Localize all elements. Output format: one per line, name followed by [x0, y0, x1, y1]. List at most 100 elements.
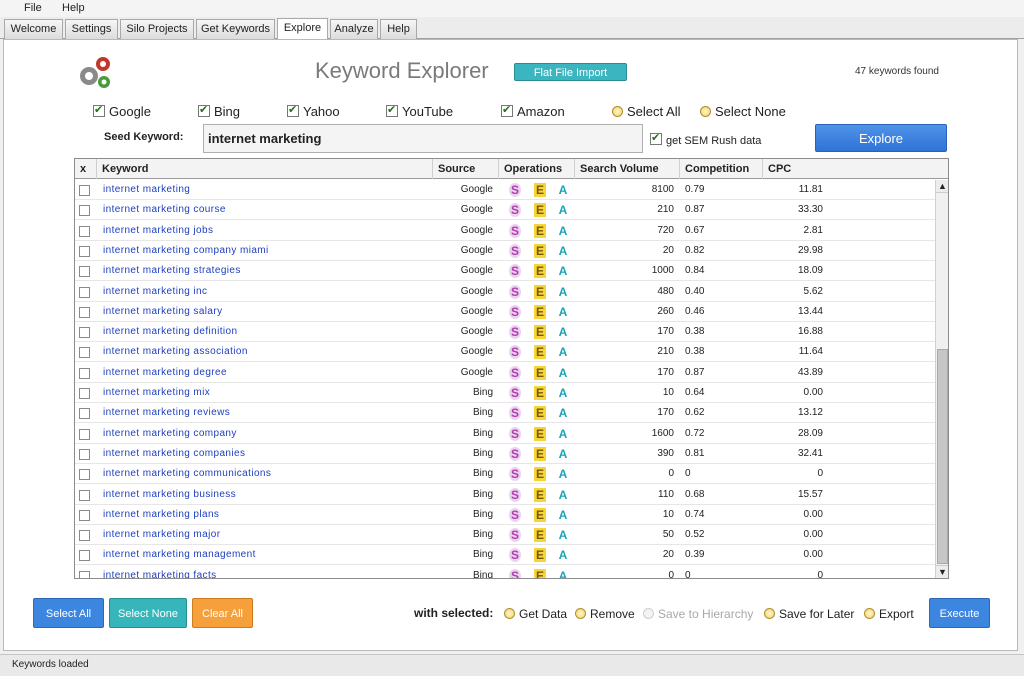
keyword-link[interactable]: internet marketing association: [103, 342, 431, 362]
row-select-checkbox[interactable]: [79, 266, 90, 277]
scroll-thumb[interactable]: [937, 349, 948, 564]
column-header-source[interactable]: Source: [433, 159, 499, 179]
row-select-checkbox[interactable]: [79, 510, 90, 521]
table-row[interactable]: internet marketing association Google S E A 2…: [75, 342, 935, 362]
sem-rush-checkbox[interactable]: get SEM Rush data: [650, 131, 761, 147]
semrush-op-icon[interactable]: S: [509, 467, 521, 481]
table-row[interactable]: internet marketing definition Google S E A 17…: [75, 322, 935, 342]
semrush-op-icon[interactable]: S: [509, 508, 521, 522]
semrush-op-icon[interactable]: S: [509, 427, 521, 441]
table-row[interactable]: internet marketing management Bing S E A 20 0.…: [75, 545, 935, 565]
export-radio[interactable]: Export: [864, 607, 914, 621]
semrush-op-icon[interactable]: S: [509, 548, 521, 562]
export-op-icon[interactable]: E: [534, 406, 546, 420]
row-select-checkbox[interactable]: [79, 327, 90, 338]
tab-analyze[interactable]: Analyze: [330, 19, 378, 39]
source-bing-checkbox[interactable]: Bing: [198, 103, 240, 119]
table-row[interactable]: internet marketing degree Google S E A 170 0.8…: [75, 363, 935, 383]
semrush-op-icon[interactable]: S: [509, 447, 521, 461]
semrush-op-icon[interactable]: S: [509, 386, 521, 400]
table-row[interactable]: internet marketing jobs Google S E A 720 0.67 2…: [75, 221, 935, 241]
analyze-op-icon[interactable]: A: [557, 406, 569, 420]
analyze-op-icon[interactable]: A: [557, 447, 569, 461]
column-header-keyword[interactable]: Keyword: [97, 159, 433, 179]
export-op-icon[interactable]: E: [534, 345, 546, 359]
semrush-op-icon[interactable]: S: [509, 244, 521, 258]
analyze-op-icon[interactable]: A: [557, 285, 569, 299]
row-select-checkbox[interactable]: [79, 347, 90, 358]
semrush-op-icon[interactable]: S: [509, 488, 521, 502]
export-op-icon[interactable]: E: [534, 366, 546, 380]
export-op-icon[interactable]: E: [534, 467, 546, 481]
execute-button[interactable]: Execute: [929, 598, 990, 628]
export-op-icon[interactable]: E: [534, 508, 546, 522]
select-all-button[interactable]: Select All: [33, 598, 104, 628]
row-select-checkbox[interactable]: [79, 287, 90, 298]
keyword-link[interactable]: internet marketing salary: [103, 302, 431, 322]
analyze-op-icon[interactable]: A: [557, 183, 569, 197]
row-select-checkbox[interactable]: [79, 205, 90, 216]
keyword-link[interactable]: internet marketing mix: [103, 383, 431, 403]
row-select-checkbox[interactable]: [79, 388, 90, 399]
row-select-checkbox[interactable]: [79, 185, 90, 196]
analyze-op-icon[interactable]: A: [557, 305, 569, 319]
semrush-op-icon[interactable]: S: [509, 203, 521, 217]
export-op-icon[interactable]: E: [534, 325, 546, 339]
analyze-op-icon[interactable]: A: [557, 548, 569, 562]
analyze-op-icon[interactable]: A: [557, 386, 569, 400]
analyze-op-icon[interactable]: A: [557, 427, 569, 441]
select-all-radio[interactable]: Select All: [612, 104, 680, 119]
row-select-checkbox[interactable]: [79, 571, 90, 578]
export-op-icon[interactable]: E: [534, 264, 546, 278]
save-for-later-radio[interactable]: Save for Later: [764, 607, 854, 621]
keyword-link[interactable]: internet marketing business: [103, 485, 431, 505]
keyword-link[interactable]: internet marketing plans: [103, 505, 431, 525]
table-row[interactable]: internet marketing company miami Google S E…: [75, 241, 935, 261]
analyze-op-icon[interactable]: A: [557, 508, 569, 522]
seed-keyword-input[interactable]: [203, 124, 643, 153]
scroll-up-arrow-icon[interactable]: ▲: [936, 180, 948, 193]
table-row[interactable]: internet marketing mix Bing S E A 10 0.64 0.00: [75, 383, 935, 403]
column-header-select[interactable]: x: [75, 159, 97, 179]
export-op-icon[interactable]: E: [534, 305, 546, 319]
row-select-checkbox[interactable]: [79, 449, 90, 460]
tab-explore[interactable]: Explore: [277, 18, 328, 40]
export-op-icon[interactable]: E: [534, 447, 546, 461]
semrush-op-icon[interactable]: S: [509, 285, 521, 299]
export-op-icon[interactable]: E: [534, 386, 546, 400]
analyze-op-icon[interactable]: A: [557, 488, 569, 502]
explore-button[interactable]: Explore: [815, 124, 947, 152]
semrush-op-icon[interactable]: S: [509, 366, 521, 380]
column-header-search-volume[interactable]: Search Volume: [575, 159, 680, 179]
remove-radio[interactable]: Remove: [575, 607, 635, 621]
scroll-down-arrow-icon[interactable]: ▼: [936, 565, 948, 578]
row-select-checkbox[interactable]: [79, 530, 90, 541]
row-select-checkbox[interactable]: [79, 429, 90, 440]
table-row[interactable]: internet marketing facts Bing S E A 0 0 0: [75, 566, 935, 578]
export-op-icon[interactable]: E: [534, 244, 546, 258]
keyword-link[interactable]: internet marketing definition: [103, 322, 431, 342]
export-op-icon[interactable]: E: [534, 569, 546, 578]
table-row[interactable]: internet marketing companies Bing S E A 390 0.…: [75, 444, 935, 464]
table-row[interactable]: internet marketing course Google S E A 210 0.8…: [75, 200, 935, 220]
analyze-op-icon[interactable]: A: [557, 264, 569, 278]
row-select-checkbox[interactable]: [79, 226, 90, 237]
row-select-checkbox[interactable]: [79, 550, 90, 561]
analyze-op-icon[interactable]: A: [557, 569, 569, 578]
analyze-op-icon[interactable]: A: [557, 244, 569, 258]
table-row[interactable]: internet marketing communications Bing S E A…: [75, 464, 935, 484]
vertical-scrollbar[interactable]: ▲ ▼: [935, 180, 948, 578]
table-row[interactable]: internet marketing company Bing S E A 1600 0.7…: [75, 424, 935, 444]
export-op-icon[interactable]: E: [534, 285, 546, 299]
column-header-operations[interactable]: Operations: [499, 159, 575, 179]
keyword-link[interactable]: internet marketing facts: [103, 566, 431, 578]
row-select-checkbox[interactable]: [79, 246, 90, 257]
source-youtube-checkbox[interactable]: YouTube: [386, 103, 453, 119]
analyze-op-icon[interactable]: A: [557, 467, 569, 481]
row-select-checkbox[interactable]: [79, 307, 90, 318]
keyword-link[interactable]: internet marketing: [103, 180, 431, 200]
keyword-link[interactable]: internet marketing management: [103, 545, 431, 565]
analyze-op-icon[interactable]: A: [557, 528, 569, 542]
select-none-radio[interactable]: Select None: [700, 104, 786, 119]
menu-file[interactable]: File: [24, 2, 42, 14]
